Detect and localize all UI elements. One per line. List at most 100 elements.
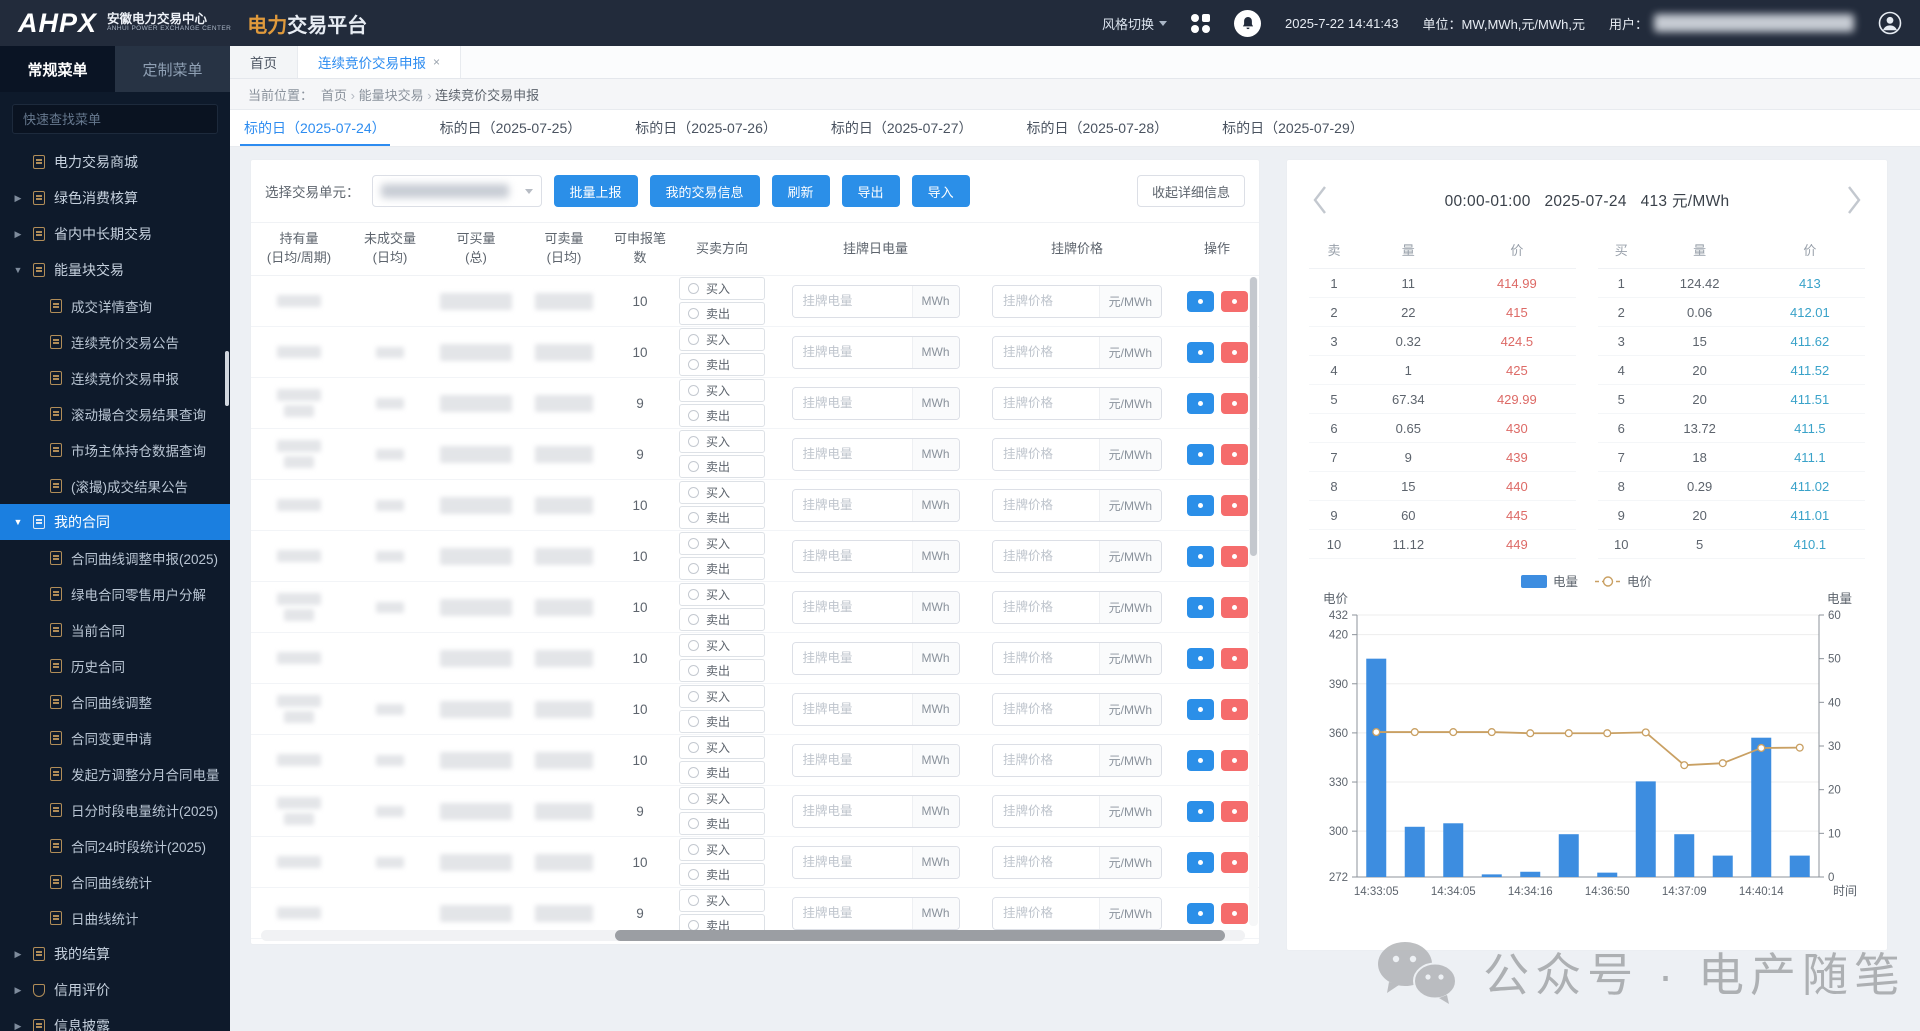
direction-buy-radio[interactable]: 买入 <box>679 583 765 606</box>
direction-buy-radio[interactable]: 买入 <box>679 736 765 759</box>
sidebar-item-绿色消费核算[interactable]: ▶绿色消费核算 <box>0 180 230 216</box>
menu-search-input[interactable] <box>12 104 218 134</box>
listing-qty-input[interactable] <box>793 490 912 521</box>
sidebar-item-发起方调整分月合同电量[interactable]: 发起方调整分月合同电量 <box>0 756 230 792</box>
toolbar-button-批量上报[interactable]: 批量上报 <box>554 175 638 207</box>
next-period-arrow-icon[interactable] <box>1837 178 1871 222</box>
direction-buy-radio[interactable]: 买入 <box>679 634 765 657</box>
listing-qty-input[interactable] <box>793 898 912 929</box>
avatar-icon[interactable] <box>1878 11 1902 35</box>
sidebar-item-合同24时段统计(2025)[interactable]: 合同24时段统计(2025) <box>0 828 230 864</box>
tab-continuous-bidding-declaration[interactable]: 连续竞价交易申报 × <box>298 46 461 78</box>
date-tab[interactable]: 标的日（2025-07-24） <box>240 110 390 146</box>
date-tab[interactable]: 标的日（2025-07-29） <box>1218 110 1368 146</box>
listing-qty-input[interactable] <box>793 745 912 776</box>
date-tab[interactable]: 标的日（2025-07-27） <box>827 110 977 146</box>
delete-op-button[interactable] <box>1221 393 1248 414</box>
submit-op-button[interactable] <box>1187 342 1214 363</box>
sidebar-item-我的合同[interactable]: ▼我的合同 <box>0 504 230 540</box>
direction-buy-radio[interactable]: 买入 <box>679 277 765 300</box>
listing-qty-input[interactable] <box>793 592 912 623</box>
submit-op-button[interactable] <box>1187 393 1214 414</box>
listing-price-input[interactable] <box>993 745 1099 776</box>
listing-qty-input[interactable] <box>793 541 912 572</box>
date-tab[interactable]: 标的日（2025-07-26） <box>631 110 781 146</box>
collapse-detail-button[interactable]: 收起详细信息 <box>1137 175 1245 207</box>
listing-price-input[interactable] <box>993 796 1099 827</box>
listing-price-input[interactable] <box>993 592 1099 623</box>
sidebar-item-历史合同[interactable]: 历史合同 <box>0 648 230 684</box>
direction-sell-radio[interactable]: 卖出 <box>679 863 765 886</box>
listing-qty-input[interactable] <box>793 796 912 827</box>
sidebar-item-滚动撮合交易结果查询[interactable]: 滚动撮合交易结果查询 <box>0 396 230 432</box>
sidebar-tab-custom-menu[interactable]: 定制菜单 <box>115 46 230 92</box>
trade-unit-select[interactable] <box>372 175 542 207</box>
submit-op-button[interactable] <box>1187 597 1214 618</box>
vertical-scrollbar[interactable] <box>1249 277 1258 926</box>
sidebar-item-当前合同[interactable]: 当前合同 <box>0 612 230 648</box>
listing-price-input[interactable] <box>993 388 1099 419</box>
direction-buy-radio[interactable]: 买入 <box>679 481 765 504</box>
listing-price-input[interactable] <box>993 490 1099 521</box>
toolbar-button-我的交易信息[interactable]: 我的交易信息 <box>650 175 760 207</box>
submit-op-button[interactable] <box>1187 444 1214 465</box>
direction-sell-radio[interactable]: 卖出 <box>679 404 765 427</box>
sidebar-item-市场主体持仓数据查询[interactable]: 市场主体持仓数据查询 <box>0 432 230 468</box>
date-tab[interactable]: 标的日（2025-07-28） <box>1023 110 1173 146</box>
delete-op-button[interactable] <box>1221 750 1248 771</box>
submit-op-button[interactable] <box>1187 852 1214 873</box>
apps-grid-icon[interactable] <box>1191 14 1210 33</box>
sidebar-item-合同变更申请[interactable]: 合同变更申请 <box>0 720 230 756</box>
submit-op-button[interactable] <box>1187 648 1214 669</box>
direction-buy-radio[interactable]: 买入 <box>679 787 765 810</box>
listing-qty-input[interactable] <box>793 643 912 674</box>
prev-period-arrow-icon[interactable] <box>1303 178 1337 222</box>
delete-op-button[interactable] <box>1221 444 1248 465</box>
submit-op-button[interactable] <box>1187 903 1214 924</box>
delete-op-button[interactable] <box>1221 291 1248 312</box>
delete-op-button[interactable] <box>1221 699 1248 720</box>
direction-sell-radio[interactable]: 卖出 <box>679 455 765 478</box>
delete-op-button[interactable] <box>1221 546 1248 567</box>
delete-op-button[interactable] <box>1221 495 1248 516</box>
submit-op-button[interactable] <box>1187 699 1214 720</box>
direction-sell-radio[interactable]: 卖出 <box>679 608 765 631</box>
direction-buy-radio[interactable]: 买入 <box>679 889 765 912</box>
direction-sell-radio[interactable]: 卖出 <box>679 812 765 835</box>
sidebar-item-合同曲线调整[interactable]: 合同曲线调整 <box>0 684 230 720</box>
listing-qty-input[interactable] <box>793 439 912 470</box>
sidebar-item-信用评价[interactable]: ▶信用评价 <box>0 972 230 1008</box>
submit-op-button[interactable] <box>1187 801 1214 822</box>
direction-sell-radio[interactable]: 卖出 <box>679 761 765 784</box>
listing-qty-input[interactable] <box>793 286 912 317</box>
sidebar-tab-regular-menu[interactable]: 常规菜单 <box>0 46 115 92</box>
listing-price-input[interactable] <box>993 898 1099 929</box>
sidebar-scrollbar-thumb[interactable] <box>225 351 229 406</box>
direction-sell-radio[interactable]: 卖出 <box>679 353 765 376</box>
toolbar-button-导出[interactable]: 导出 <box>842 175 900 207</box>
submit-op-button[interactable] <box>1187 546 1214 567</box>
toolbar-button-刷新[interactable]: 刷新 <box>772 175 830 207</box>
sidebar-item-信息披露[interactable]: ▶信息披露 <box>0 1008 230 1031</box>
direction-buy-radio[interactable]: 买入 <box>679 328 765 351</box>
listing-qty-input[interactable] <box>793 847 912 878</box>
submit-op-button[interactable] <box>1187 495 1214 516</box>
direction-buy-radio[interactable]: 买入 <box>679 379 765 402</box>
direction-buy-radio[interactable]: 买入 <box>679 532 765 555</box>
delete-op-button[interactable] <box>1221 648 1248 669</box>
listing-price-input[interactable] <box>993 286 1099 317</box>
delete-op-button[interactable] <box>1221 597 1248 618</box>
tab-home[interactable]: 首页 <box>230 46 298 78</box>
listing-qty-input[interactable] <box>793 388 912 419</box>
sidebar-item-电力交易商城[interactable]: 电力交易商城 <box>0 144 230 180</box>
style-switch-menu[interactable]: 风格切换 <box>1102 14 1167 33</box>
breadcrumb-item[interactable]: 首页 <box>321 88 347 103</box>
direction-buy-radio[interactable]: 买入 <box>679 685 765 708</box>
direction-sell-radio[interactable]: 卖出 <box>679 659 765 682</box>
horizontal-scrollbar[interactable] <box>261 930 1245 941</box>
sidebar-item-连续竞价交易申报[interactable]: 连续竞价交易申报 <box>0 360 230 396</box>
listing-price-input[interactable] <box>993 439 1099 470</box>
sidebar-item-省内中长期交易[interactable]: ▶省内中长期交易 <box>0 216 230 252</box>
date-tab[interactable]: 标的日（2025-07-25） <box>436 110 586 146</box>
sidebar-item-绿电合同零售用户分解[interactable]: 绿电合同零售用户分解 <box>0 576 230 612</box>
